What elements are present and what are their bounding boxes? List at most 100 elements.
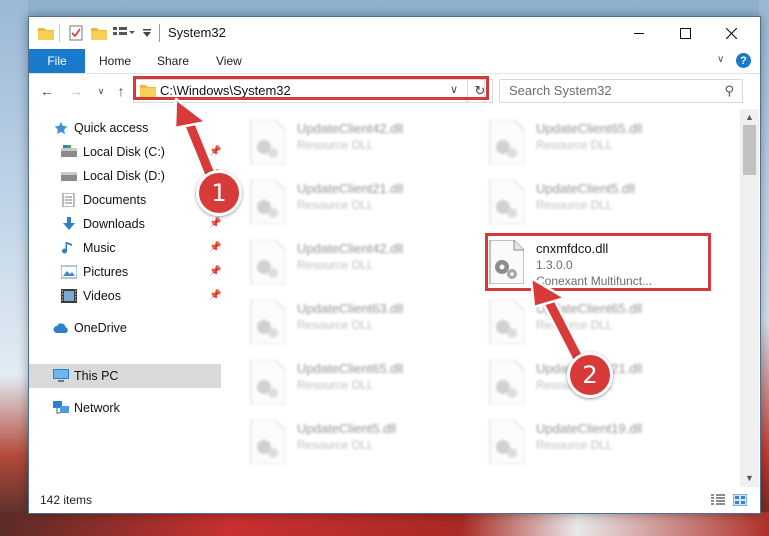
file-description: Resource DLL [536,198,613,212]
sidebar-item-label: Videos [83,289,121,303]
sidebar-item-network[interactable]: Network [29,396,221,420]
drive-icon [61,172,77,181]
sidebar-item-downloads[interactable]: Downloads 📌 [29,212,221,236]
customize-qa-icon[interactable] [113,24,135,42]
back-arrow-icon: ← [40,83,54,99]
sidebar-item-music[interactable]: Music 📌 [29,236,221,260]
sidebar-item-this-pc[interactable]: This PC [29,364,221,388]
title-divider [159,24,160,42]
list-item[interactable]: UpdateClient5.dll Resource DLL [249,420,479,472]
search-box[interactable]: Search System32 ⚲ [499,79,743,103]
close-icon [725,27,737,39]
list-item[interactable]: UpdateClient42.dll Resource DLL [249,120,479,172]
large-icons-view-icon[interactable] [733,494,747,506]
properties-icon[interactable] [69,24,83,42]
pin-icon[interactable]: 📌 [209,242,221,253]
list-item[interactable]: UpdateClient19.dll Resource DLL [488,420,718,472]
sidebar-item-local-disk-c[interactable]: Local Disk (C:) 📌 [29,140,221,164]
sidebar-item-local-disk-d[interactable]: Local Disk (D:) 📌 [29,164,221,188]
list-item[interactable]: UpdateClient65.dll Resource DLL [249,360,479,412]
new-folder-icon[interactable] [91,24,107,42]
qa-dropdown-icon[interactable] [142,24,152,42]
tab-view[interactable]: View [216,49,242,73]
item-count: 142 items [40,493,93,507]
scroll-up-icon[interactable]: ▲ [745,112,754,122]
pictures-icon [61,265,77,279]
step-badge-1: 1 [196,170,242,216]
file-name: UpdateClient19.dll [536,421,643,436]
help-icon[interactable]: ? [736,53,751,68]
forward-button[interactable]: → [68,83,84,99]
sidebar-item-label: Downloads [83,217,145,231]
sidebar-item-onedrive[interactable]: OneDrive [29,316,221,340]
list-item[interactable]: UpdateClient63.dll Resource DLL [249,300,479,352]
drive-icon [61,145,77,157]
maximize-button[interactable] [662,17,708,49]
tab-file[interactable]: File [29,49,85,73]
sidebar-item-label: Music [83,241,116,255]
qa-divider [59,24,60,42]
tab-share[interactable]: Share [157,49,189,73]
dll-file-icon [250,120,285,164]
chevron-down-icon: ∨ [97,85,105,96]
sidebar-item-documents[interactable]: Documents [29,188,221,212]
list-item[interactable]: UpdateClient65.dll Resource DLL [488,120,718,172]
music-icon [62,242,72,254]
list-item[interactable]: UpdateClient42.dll Resource DLL [249,240,479,292]
pin-icon[interactable]: 📌 [209,146,221,157]
details-view-icon[interactable] [711,494,725,506]
navigation-pane: Quick access Local Disk (C:) 📌 Local Dis… [29,109,221,487]
file-name: UpdateClient65.dll [297,361,404,376]
pin-icon[interactable]: 📌 [209,218,221,229]
desktop-background-left [0,0,28,536]
sidebar-item-label: Network [74,401,120,415]
vertical-scrollbar[interactable]: ▲ ▼ [740,109,759,487]
search-placeholder: Search System32 [509,83,612,98]
sidebar-item-quick-access[interactable]: Quick access [29,116,221,140]
expand-ribbon-icon[interactable]: ∨ [717,54,724,65]
pin-icon[interactable]: 📌 [209,290,221,301]
search-icon: ⚲ [724,83,734,98]
file-name: UpdateClient63.dll [297,301,404,316]
back-button[interactable]: ← [39,83,55,99]
dll-file-icon [489,420,524,464]
list-item[interactable]: UpdateClient21.dll Resource DLL [249,180,479,232]
up-arrow-icon: ↑ [117,83,125,99]
close-button[interactable] [708,17,754,49]
dll-file-icon [250,360,285,404]
sidebar-item-videos[interactable]: Videos 📌 [29,284,221,308]
pin-icon[interactable]: 📌 [209,266,221,277]
recent-locations-button[interactable]: ∨ [93,83,109,99]
file-name: UpdateClient42.dll [297,121,404,136]
file-description: Resource DLL [297,378,374,392]
sidebar-item-label: Documents [83,193,147,207]
minimize-icon [634,32,644,34]
tab-home[interactable]: Home [99,49,131,73]
star-icon [54,121,68,134]
list-item[interactable]: UpdateClient5.dll Resource DLL [488,180,718,232]
sidebar-item-pictures[interactable]: Pictures 📌 [29,260,221,284]
download-icon [63,217,75,230]
maximize-icon [679,27,691,39]
file-name: UpdateClient5.dll [536,181,636,196]
dll-file-icon [250,180,285,224]
scroll-down-icon[interactable]: ▼ [745,473,754,483]
folder-icon [38,24,54,42]
file-description: Resource DLL [536,318,613,332]
scrollbar-thumb[interactable] [743,125,756,175]
file-name: UpdateClient5.dll [297,421,397,436]
up-button[interactable]: ↑ [113,83,129,99]
file-description: Resource DLL [297,138,374,152]
step-badge-2: 2 [567,352,613,398]
ribbon: File Home Share View ∨ ? [29,49,760,74]
file-name: UpdateClient42.dll [297,241,404,256]
videos-icon [61,289,77,303]
file-description: Resource DLL [297,198,374,212]
file-description: Resource DLL [297,258,374,272]
forward-arrow-icon: → [69,83,83,99]
sidebar-item-label: This PC [74,369,119,383]
dll-file-icon [489,360,524,404]
list-item[interactable]: UpdateClient65.dll Resource DLL [488,300,718,352]
dll-file-icon [250,300,285,344]
minimize-button[interactable] [616,17,662,49]
